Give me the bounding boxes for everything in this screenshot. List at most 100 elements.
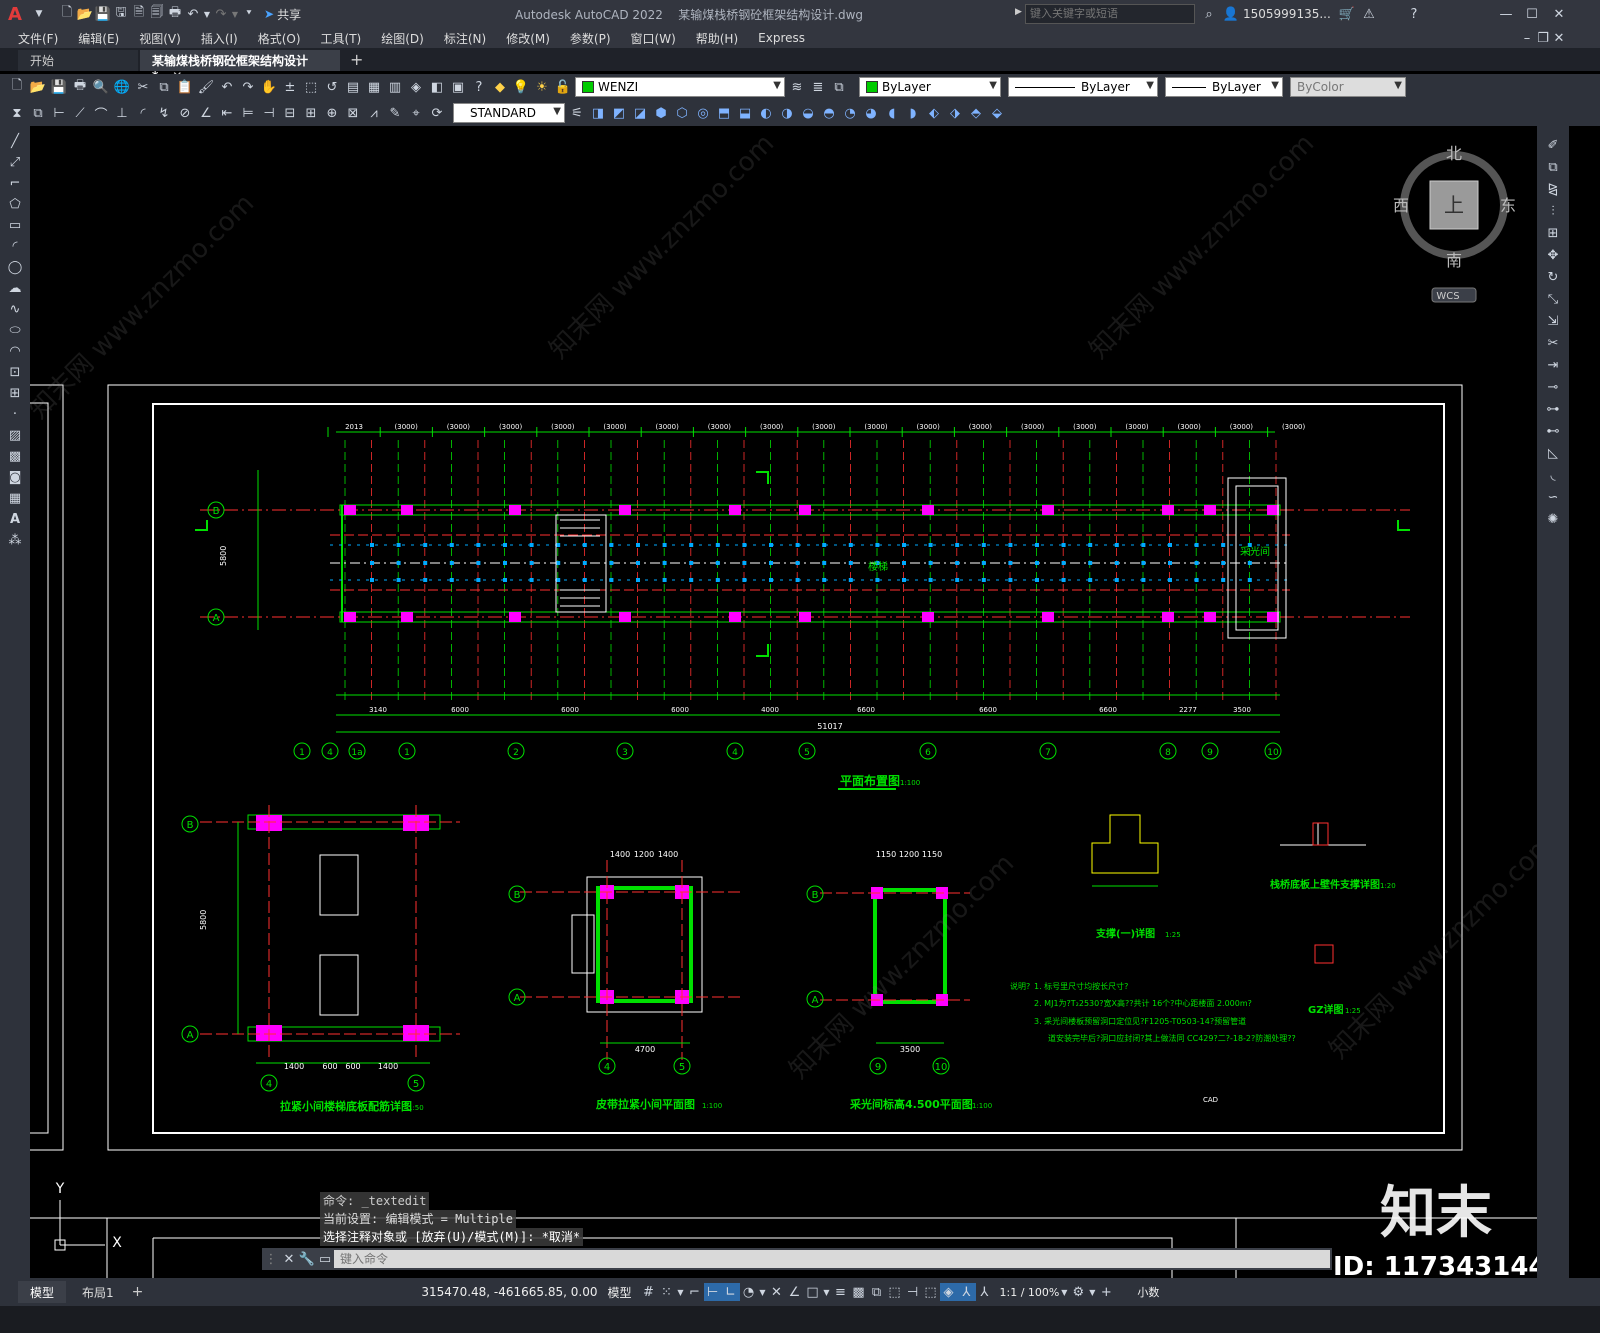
undo-icon[interactable]: ↶	[184, 5, 202, 23]
menu-view[interactable]: 视图(V)	[129, 30, 191, 47]
solid-wedge-icon[interactable]: ◩	[610, 104, 628, 122]
markup-icon[interactable]: ◧	[428, 78, 446, 96]
undo-dropdown-icon[interactable]: ▼	[202, 5, 212, 23]
trim-icon[interactable]: ✂	[1544, 334, 1562, 352]
union-icon[interactable]: ◐	[757, 104, 775, 122]
dynamic-input-icon[interactable]: ⊢	[703, 1283, 722, 1301]
menu-modify[interactable]: 修改(M)	[496, 30, 560, 47]
dim-ordinate-icon[interactable]: ⊥	[113, 104, 131, 122]
viewcube[interactable]: 上 北 南 西 东 WCS	[1393, 144, 1516, 303]
menu-tools[interactable]: 工具(T)	[311, 30, 372, 47]
cut-icon[interactable]: ✂	[134, 78, 152, 96]
search-expand-icon[interactable]: ▶	[1015, 7, 1022, 17]
gradient-icon[interactable]: ▩	[6, 447, 24, 465]
face-extrude-icon[interactable]: ◖	[883, 104, 901, 122]
menu-format[interactable]: 格式(O)	[248, 30, 311, 47]
extrude-icon[interactable]: ⬒	[715, 104, 733, 122]
redo-icon-2[interactable]: ↷	[239, 78, 257, 96]
share-button[interactable]: ➤ 共享	[264, 6, 301, 23]
redo-dropdown-icon[interactable]: ▼	[230, 5, 240, 23]
save-icon[interactable]: 💾	[50, 78, 68, 96]
sheetset-icon[interactable]: ◈	[407, 78, 425, 96]
publish-icon[interactable]: 🌐	[113, 78, 131, 96]
inspect-icon[interactable]: ⊠	[344, 104, 362, 122]
mirror-icon[interactable]: ⧎	[1544, 180, 1562, 198]
annotation-monitor-icon[interactable]: +	[1097, 1283, 1115, 1301]
app-logo[interactable]: A	[8, 4, 30, 25]
snap-dropdown-icon[interactable]: ▼	[676, 1283, 686, 1301]
rotate-icon[interactable]: ↻	[1544, 268, 1562, 286]
polygon-icon[interactable]: ⬠	[6, 195, 24, 213]
lineweight-dropdown[interactable]: ByLayer ▼	[1165, 77, 1283, 97]
osnap-dropdown-icon[interactable]: ▼	[822, 1283, 832, 1301]
layer-freeze-icon[interactable]: ☀	[533, 78, 551, 96]
open-icon[interactable]: 📂	[29, 78, 47, 96]
new-tab-icon[interactable]: +	[350, 50, 363, 69]
user-account[interactable]: 1505999135...	[1243, 7, 1331, 21]
chamfer-icon[interactable]: ◺	[1544, 444, 1562, 462]
rectangle-icon[interactable]: ▭	[6, 216, 24, 234]
insert-block-icon[interactable]: ⊡	[6, 363, 24, 381]
break-icon[interactable]: ⊶	[1544, 400, 1562, 418]
pan-icon[interactable]: ✋	[260, 78, 278, 96]
layer-previous-icon[interactable]: ≣	[809, 78, 827, 96]
dynamic-ucs-icon[interactable]: ⊣	[904, 1283, 922, 1301]
dimedit-icon[interactable]: ✎	[386, 104, 404, 122]
command-input[interactable]	[334, 1250, 1330, 1268]
tab-start[interactable]: 开始	[18, 50, 138, 71]
drawing-canvas[interactable]: 上 北 南 西 东 WCS 2013 (3000) (3000) (3000) (300…	[30, 126, 1537, 1278]
web-save-icon[interactable]: 🗐	[148, 5, 166, 23]
move-icon[interactable]: ✥	[1544, 246, 1562, 264]
line-icon[interactable]: ╱	[6, 132, 24, 150]
grid-icon[interactable]: #	[640, 1283, 658, 1301]
save-as-icon[interactable]: 🖫	[112, 5, 130, 23]
qnew-icon[interactable]: 🗋	[8, 78, 26, 96]
dim-baseline-icon[interactable]: ⊨	[239, 104, 257, 122]
gizmo-icon[interactable]: ◈	[939, 1283, 958, 1301]
circle-icon[interactable]: ◯	[6, 258, 24, 276]
intersect-icon[interactable]: ◒	[799, 104, 817, 122]
fillet-icon[interactable]: ◟	[1544, 466, 1562, 484]
dim-aligned-icon[interactable]: ⟋	[71, 104, 89, 122]
snap-icon[interactable]: ⁙	[658, 1283, 676, 1301]
print-icon[interactable]: 🖶	[166, 5, 184, 23]
osnap-icon[interactable]: □	[804, 1283, 822, 1301]
menu-parameter[interactable]: 参数(P)	[560, 30, 621, 47]
selection-filter-icon[interactable]: ⬚	[922, 1283, 940, 1301]
solid-sphere-icon[interactable]: ⬢	[652, 104, 670, 122]
selection-cycling-icon[interactable]: ⧉	[868, 1283, 886, 1301]
linetype-dropdown[interactable]: ByLayer ▼	[1008, 77, 1158, 97]
imprint-icon[interactable]: ⬘	[967, 104, 985, 122]
draworder-icon[interactable]: ⧉	[29, 104, 47, 122]
paste-icon[interactable]: 📋	[176, 78, 194, 96]
calculator-icon[interactable]: ▣	[449, 78, 467, 96]
qdim-icon[interactable]: ⇤	[218, 104, 236, 122]
annotation-scale[interactable]: 1:1 / 100%	[1000, 1286, 1060, 1299]
command-grip-icon[interactable]: ⋮	[262, 1250, 280, 1268]
dimupdate-icon[interactable]: ⟳	[428, 104, 446, 122]
search-input[interactable]	[1025, 4, 1195, 24]
match-icon[interactable]: ⧗	[8, 104, 26, 122]
make-block-icon[interactable]: ⊞	[6, 384, 24, 402]
menu-file[interactable]: 文件(F)	[8, 30, 68, 47]
shell-icon[interactable]: ⬗	[946, 104, 964, 122]
undo-icon-2[interactable]: ↶	[218, 78, 236, 96]
menu-dimension[interactable]: 标注(N)	[434, 30, 496, 47]
redo-icon[interactable]: ↷	[212, 5, 230, 23]
units-display[interactable]: 小数	[1137, 1284, 1159, 1300]
auto-scale-icon[interactable]: ⅄	[976, 1283, 994, 1301]
text-style-dropdown[interactable]: STANDARD ▼	[453, 103, 565, 123]
menu-draw[interactable]: 绘图(D)	[371, 30, 434, 47]
new-file-icon[interactable]: 🗋	[58, 5, 76, 23]
construction-line-icon[interactable]: ⤢	[6, 153, 24, 171]
workspace-dropdown-icon[interactable]: ▼	[1087, 1283, 1097, 1301]
properties-icon[interactable]: ▤	[344, 78, 362, 96]
dim-diameter-icon[interactable]: ⊘	[176, 104, 194, 122]
face-offset-icon[interactable]: ⬖	[925, 104, 943, 122]
arc-icon[interactable]: ◜	[6, 237, 24, 255]
layout-tab-model[interactable]: 模型	[18, 1281, 67, 1303]
annotation-visibility-icon[interactable]: ⅄	[957, 1283, 976, 1301]
command-close-icon[interactable]: ✕	[280, 1250, 298, 1268]
dim-space-icon[interactable]: ⊟	[281, 104, 299, 122]
toolpalettes-icon[interactable]: ▥	[386, 78, 404, 96]
